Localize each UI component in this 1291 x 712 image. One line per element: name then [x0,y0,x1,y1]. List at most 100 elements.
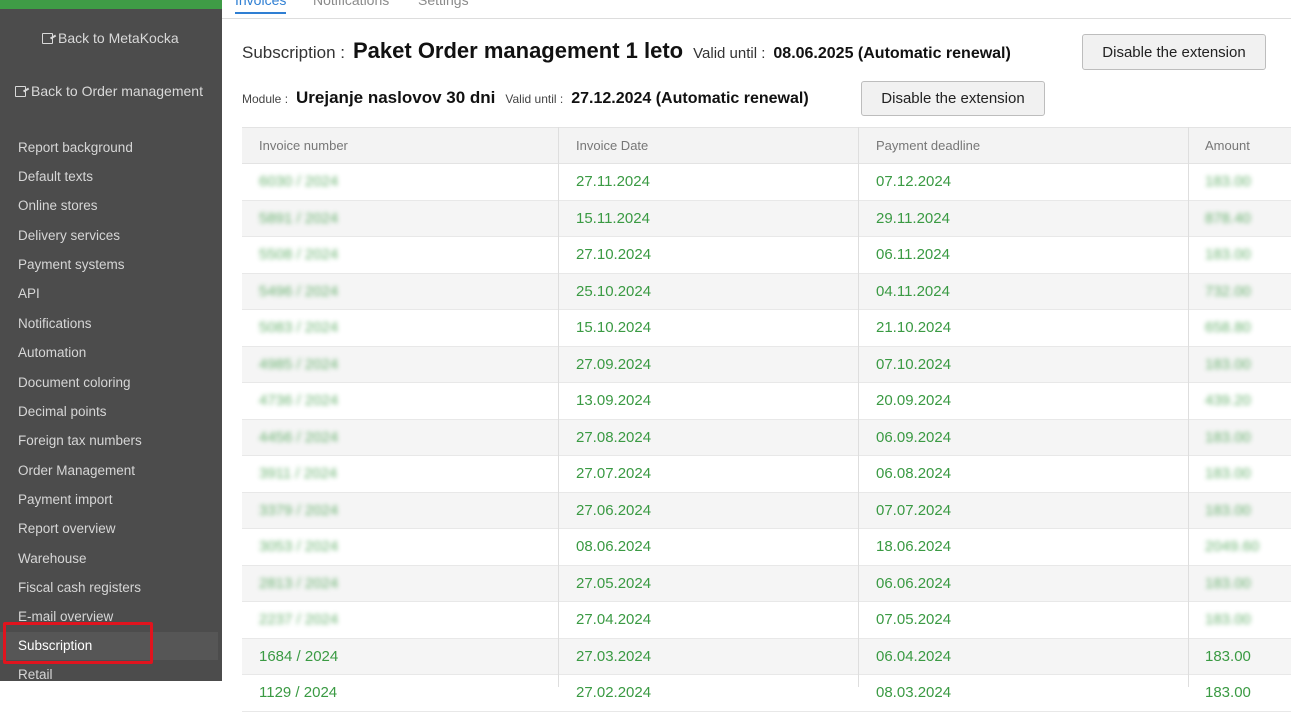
invoice-date-cell: 27.07.2024 [576,465,652,482]
sidebar-item-api[interactable]: API [18,286,40,301]
tab-settings[interactable]: Settings [418,0,469,8]
invoice-date-cell: 27.02.2024 [576,684,652,701]
module-valid-value: 27.12.2024 (Automatic renewal) [571,90,809,107]
invoice-date-cell: 27.08.2024 [576,428,652,446]
main-content: Invoices Notifications Settings Subscrip… [222,0,1291,712]
payment-deadline-cell: 07.05.2024 [876,611,952,628]
invoice-number-cell[interactable]: 5496 / 2024 [259,283,338,300]
invoice-number-cell[interactable]: 4985 / 2024 [259,356,338,373]
payment-deadline-cell: 20.09.2024 [876,392,952,409]
disable-subscription-button[interactable]: Disable the extension [1082,34,1266,70]
column-header-amount[interactable]: Amount [1205,138,1250,153]
invoice-number-cell[interactable]: 1684 / 2024 [259,648,338,665]
invoice-number-cell[interactable]: 5083 / 2024 [259,319,338,336]
invoice-date-cell: 27.10.2024 [576,246,652,263]
amount-cell: 439.20 [1205,392,1251,409]
table-row[interactable]: 5083 / 2024 15.10.2024 21.10.2024 658.80 [242,310,1291,347]
subscription-valid-label: Valid until : [693,45,766,62]
amount-cell: 183.00 [1205,647,1251,665]
invoice-date-cell: 25.10.2024 [576,282,652,300]
invoice-number-cell[interactable]: 1129 / 2024 [259,684,337,701]
payment-deadline-cell: 18.06.2024 [876,538,952,555]
payment-deadline-cell: 06.04.2024 [876,647,952,665]
sidebar-item-online-stores[interactable]: Online stores [18,198,98,213]
table-row[interactable]: 1684 / 2024 27.03.2024 06.04.2024 183.00 [242,638,1291,675]
back-to-order-management-link[interactable]: Back to Order management [15,83,203,99]
highlight-annotation [3,622,153,664]
sidebar-item-retail[interactable]: Retail [18,667,53,681]
invoice-number-cell[interactable]: 5891 / 2024 [259,210,338,227]
table-row[interactable]: 1129 / 2024 27.02.2024 08.03.2024 183.00 [242,675,1291,712]
sidebar-accent-bar [0,0,222,9]
module-row: Module : Urejanje naslovov 30 dni Valid un… [242,88,809,108]
back-to-metakocka-link[interactable]: Back to MetaKocka [42,30,179,46]
invoice-number-cell[interactable]: 2237 / 2024 [259,611,338,628]
table-row[interactable]: 5496 / 2024 25.10.2024 04.11.2024 732.00 [242,273,1291,310]
subscription-label: Subscription : [242,43,345,62]
table-header: Invoice number Invoice Date Payment dead… [242,127,1291,164]
amount-cell: 183.00 [1205,246,1251,263]
sidebar-item-report-background[interactable]: Report background [18,140,133,155]
invoice-number-cell[interactable]: 5508 / 2024 [259,246,338,263]
column-header-invoice-date[interactable]: Invoice Date [576,138,648,153]
sidebar-item-payment-systems[interactable]: Payment systems [18,257,125,272]
table-row[interactable]: 5508 / 2024 27.10.2024 06.11.2024 183.00 [242,237,1291,274]
payment-deadline-cell: 07.07.2024 [876,501,952,519]
sidebar-item-document-coloring[interactable]: Document coloring [18,375,131,390]
column-divider [558,127,559,687]
amount-cell: 732.00 [1205,282,1251,300]
sidebar-item-decimal-points[interactable]: Decimal points [18,404,107,419]
invoice-number-cell[interactable]: 4456 / 2024 [259,429,338,446]
invoice-number-cell[interactable]: 3053 / 2024 [259,538,338,555]
invoice-date-cell: 15.11.2024 [576,209,650,227]
tab-invoices[interactable]: Invoices [235,0,287,14]
sidebar-item-automation[interactable]: Automation [18,345,86,360]
disable-module-button[interactable]: Disable the extension [861,81,1045,116]
payment-deadline-cell: 21.10.2024 [876,319,952,336]
table-row[interactable]: 5891 / 2024 15.11.2024 29.11.2024 878.40 [242,200,1291,237]
sidebar-item-payment-import[interactable]: Payment import [18,492,113,507]
back-link-label: Back to MetaKocka [58,30,179,46]
invoice-number-cell[interactable]: 3379 / 2024 [259,502,338,519]
column-header-payment-deadline[interactable]: Payment deadline [876,138,980,153]
column-divider [1188,127,1189,687]
invoice-date-cell: 15.10.2024 [576,319,652,336]
table-row[interactable]: 6030 / 2024 27.11.2024 07.12.2024 183.00 [242,164,1291,201]
invoices-table: Invoice number Invoice Date Payment dead… [242,127,1291,712]
invoice-number-cell[interactable]: 6030 / 2024 [259,173,338,190]
invoice-date-cell: 13.09.2024 [576,392,652,409]
invoice-number-cell[interactable]: 4736 / 2024 [259,392,338,409]
table-row[interactable]: 3053 / 2024 08.06.2024 18.06.2024 2049.60 [242,529,1291,566]
payment-deadline-cell: 06.06.2024 [876,574,952,592]
payment-deadline-cell: 07.12.2024 [876,173,952,190]
amount-cell: 2049.60 [1205,538,1260,555]
table-row[interactable]: 3379 / 2024 27.06.2024 07.07.2024 183.00 [242,492,1291,529]
sidebar-item-fiscal-cash-registers[interactable]: Fiscal cash registers [18,580,141,595]
sidebar-item-warehouse[interactable]: Warehouse [18,551,87,566]
table-row[interactable]: 3911 / 2024 27.07.2024 06.08.2024 183.00 [242,456,1291,493]
payment-deadline-cell: 06.11.2024 [876,246,950,263]
table-row[interactable]: 2813 / 2024 27.05.2024 06.06.2024 183.00 [242,565,1291,602]
sidebar-item-notifications[interactable]: Notifications [18,316,92,331]
tab-notifications[interactable]: Notifications [313,0,389,8]
invoice-date-cell: 27.09.2024 [576,355,652,373]
sidebar-item-foreign-tax-numbers[interactable]: Foreign tax numbers [18,433,142,448]
table-row[interactable]: 4985 / 2024 27.09.2024 07.10.2024 183.00 [242,346,1291,383]
payment-deadline-cell: 07.10.2024 [876,355,952,373]
tab-bar: Invoices Notifications Settings [222,0,1291,19]
column-header-invoice-number[interactable]: Invoice number [259,138,348,153]
sidebar-item-report-overview[interactable]: Report overview [18,521,116,536]
invoice-number-cell[interactable]: 2813 / 2024 [259,575,338,592]
invoice-number-cell[interactable]: 3911 / 2024 [259,465,337,482]
table-row[interactable]: 2237 / 2024 27.04.2024 07.05.2024 183.00 [242,602,1291,639]
payment-deadline-cell: 08.03.2024 [876,684,952,701]
sidebar-item-order-management[interactable]: Order Management [18,463,135,478]
table-row[interactable]: 4736 / 2024 13.09.2024 20.09.2024 439.20 [242,383,1291,420]
amount-cell: 183.00 [1205,173,1251,190]
module-valid-label: Valid until : [505,92,564,106]
amount-cell: 183.00 [1205,465,1251,482]
table-row[interactable]: 4456 / 2024 27.08.2024 06.09.2024 183.00 [242,419,1291,456]
subscription-name: Paket Order management 1 leto [353,38,684,63]
sidebar-item-delivery-services[interactable]: Delivery services [18,228,120,243]
sidebar-item-default-texts[interactable]: Default texts [18,169,93,184]
